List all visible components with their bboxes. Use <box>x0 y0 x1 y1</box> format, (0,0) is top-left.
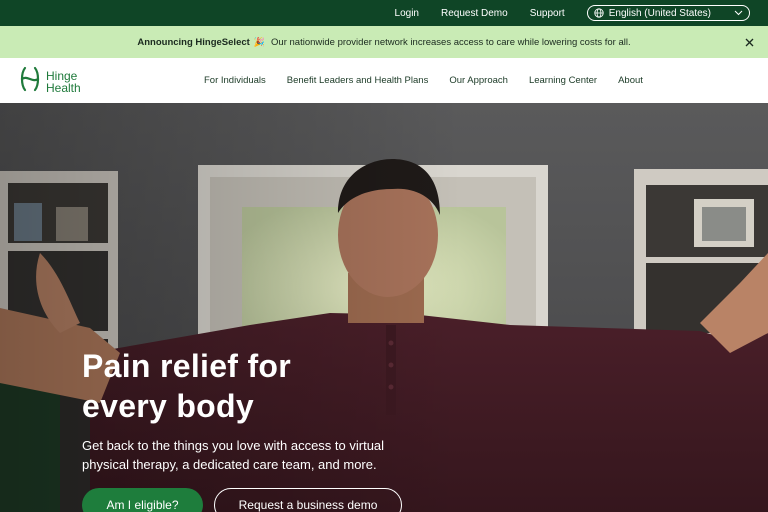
close-icon[interactable] <box>742 35 756 49</box>
brand-line1: Hinge <box>46 68 78 83</box>
announcement-text: Our nationwide provider network increase… <box>271 36 631 48</box>
request-demo-link[interactable]: Request Demo <box>441 8 508 19</box>
request-business-demo-button[interactable]: Request a business demo <box>214 488 402 512</box>
am-i-eligible-button[interactable]: Am I eligible? <box>82 488 203 512</box>
hero-title-line2: every body <box>82 388 254 424</box>
language-selector[interactable]: English (United States) <box>586 5 750 21</box>
nav-benefit-leaders[interactable]: Benefit Leaders and Health Plans <box>287 75 429 86</box>
main-nav: Hinge Health For Individuals Benefit Lea… <box>0 58 768 103</box>
chevron-down-icon <box>734 10 743 16</box>
globe-icon <box>594 8 604 18</box>
party-popper-icon: 🎉 <box>253 36 266 47</box>
announcement-banner: Announcing HingeSelect 🎉 Our nationwide … <box>0 26 768 58</box>
brand-line2: Health <box>46 80 81 95</box>
brand-wordmark: Hinge Health <box>46 70 81 94</box>
hinge-logo-icon <box>18 65 42 98</box>
announcement-bold[interactable]: Announcing HingeSelect <box>137 37 249 48</box>
nav-learning-center[interactable]: Learning Center <box>529 75 597 86</box>
login-link[interactable]: Login <box>395 8 419 19</box>
hero-title: Pain relief for every body <box>82 346 422 426</box>
primary-nav-links: For Individuals Benefit Leaders and Heal… <box>204 58 664 103</box>
brand-logo[interactable]: Hinge Health <box>18 65 81 98</box>
nav-about[interactable]: About <box>618 75 643 86</box>
utility-bar: Login Request Demo Support English (Unit… <box>0 0 768 26</box>
hero-subtitle: Get back to the things you love with acc… <box>82 438 385 472</box>
hero-title-line1: Pain relief for <box>82 348 291 384</box>
nav-for-individuals[interactable]: For Individuals <box>204 75 266 86</box>
hero-section: Pain relief for every body Get back to t… <box>0 103 768 512</box>
nav-our-approach[interactable]: Our Approach <box>449 75 508 86</box>
support-link[interactable]: Support <box>530 8 565 19</box>
language-label: English (United States) <box>608 7 711 19</box>
